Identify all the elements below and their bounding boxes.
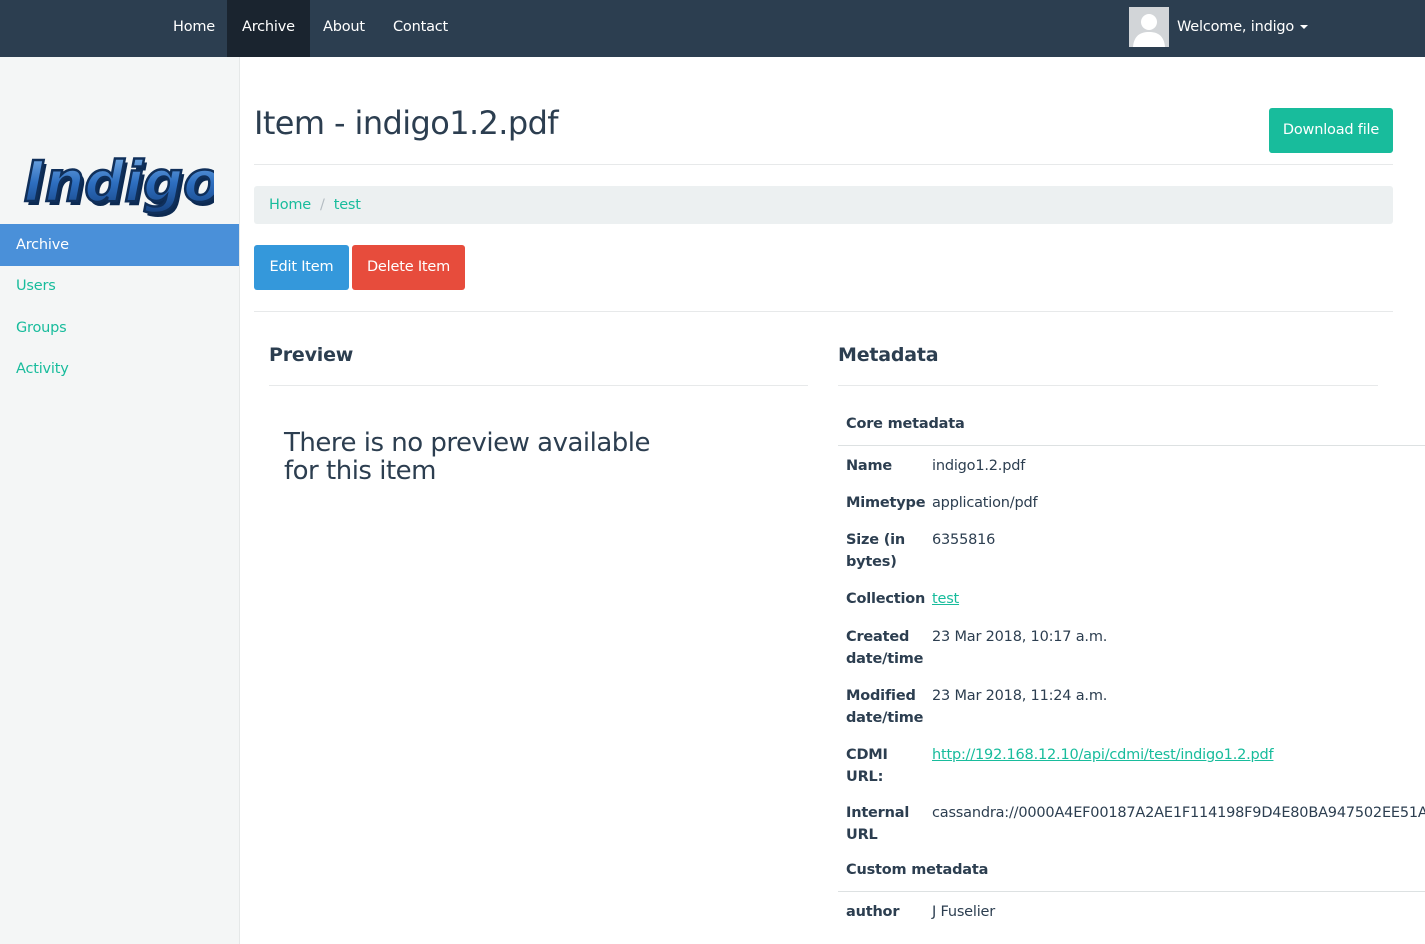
sidebar: Indigo Indigo Archive Users Groups Activ… — [0, 57, 240, 944]
core-metadata-divider — [838, 445, 1425, 446]
delete-item-button[interactable]: Delete Item — [352, 245, 465, 290]
metadata-value-author: J Fuselier — [932, 904, 996, 920]
sidebar-item-groups[interactable]: Groups — [0, 307, 239, 349]
nav-archive-link[interactable]: Archive — [227, 0, 310, 57]
download-file-button[interactable]: Download file — [1269, 108, 1393, 153]
metadata-key-internal-url: Internal URL — [846, 805, 910, 843]
title-divider — [254, 164, 1393, 165]
metadata-value-name: indigo1.2.pdf — [932, 458, 1026, 474]
breadcrumb-separator: / — [320, 197, 325, 213]
metadata-cdmi-url-link[interactable]: http://192.168.12.10/api/cdmi/test/indig… — [932, 745, 1274, 767]
top-navbar: Home Archive About Contact Welcome, indi… — [0, 0, 1425, 57]
metadata-heading: Metadata — [838, 344, 939, 366]
preview-heading: Preview — [269, 344, 354, 366]
svg-text:Indigo: Indigo — [24, 150, 214, 215]
metadata-key-modified: Modified date/time — [846, 688, 924, 726]
sidebar-item-activity[interactable]: Activity — [0, 348, 239, 390]
preview-divider — [269, 385, 808, 386]
no-preview-message: There is no preview available for this i… — [284, 428, 651, 486]
user-avatar-icon — [1129, 7, 1169, 47]
metadata-value-modified: 23 Mar 2018, 11:24 a.m. — [932, 688, 1108, 704]
metadata-key-collection: Collection — [846, 591, 926, 607]
nav-about-link[interactable]: About — [308, 0, 380, 57]
sidebar-item-users[interactable]: Users — [0, 265, 239, 307]
breadcrumb-home-link[interactable]: Home — [269, 197, 311, 213]
nav-home-link[interactable]: Home — [158, 0, 230, 57]
core-metadata-heading: Core metadata — [846, 416, 965, 432]
metadata-key-mimetype: Mimetype — [846, 495, 926, 511]
indigo-logo[interactable]: Indigo Indigo — [18, 145, 225, 227]
metadata-divider — [838, 385, 1378, 386]
metadata-key-size: Size (in bytes) — [846, 532, 906, 570]
nav-contact-link[interactable]: Contact — [378, 0, 463, 57]
metadata-value-mimetype: application/pdf — [932, 495, 1038, 511]
metadata-value-created: 23 Mar 2018, 10:17 a.m. — [932, 629, 1108, 645]
metadata-key-created: Created date/time — [846, 629, 924, 667]
custom-metadata-heading: Custom metadata — [846, 862, 989, 878]
metadata-collection-link[interactable]: test — [932, 589, 959, 611]
metadata-key-name: Name — [846, 458, 893, 474]
metadata-key-cdmi-url: CDMI URL: — [846, 747, 888, 785]
actions-divider — [254, 311, 1393, 312]
page-title: Item - indigo1.2.pdf — [254, 104, 559, 142]
metadata-value-size: 6355816 — [932, 532, 996, 548]
edit-item-button[interactable]: Edit Item — [254, 245, 349, 290]
metadata-key-author: author — [846, 904, 900, 920]
avatar[interactable] — [1129, 7, 1169, 47]
custom-metadata-divider — [838, 891, 1425, 892]
user-menu[interactable]: Welcome, indigo — [1177, 0, 1309, 57]
breadcrumb-test-link[interactable]: test — [334, 197, 361, 213]
sidebar-item-archive[interactable]: Archive — [0, 224, 239, 266]
indigo-logo-image: Indigo Indigo — [23, 149, 225, 219]
caret-down-icon — [1300, 25, 1309, 29]
breadcrumb: Home / test — [254, 186, 1393, 224]
user-menu-label: Welcome, indigo — [1177, 19, 1295, 35]
metadata-value-internal-url: cassandra://0000A4EF00187A2AE1F114198F9D… — [932, 805, 1425, 821]
